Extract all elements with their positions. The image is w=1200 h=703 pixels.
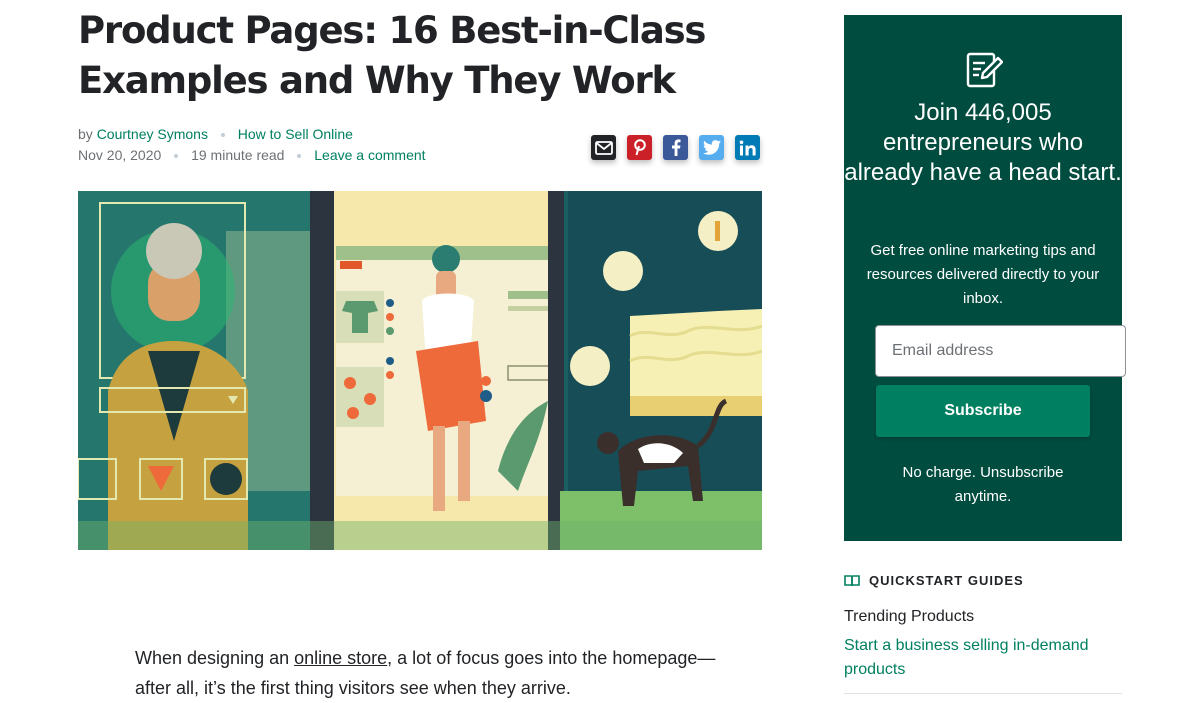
read-time: 19 minute read bbox=[191, 147, 285, 163]
comment-link[interactable]: Leave a comment bbox=[314, 147, 425, 163]
category-link[interactable]: How to Sell Online bbox=[238, 126, 353, 142]
twitter-share-button[interactable] bbox=[699, 135, 724, 160]
separator-dot bbox=[174, 154, 179, 159]
intro-text-before: When designing an bbox=[135, 648, 295, 668]
book-icon bbox=[844, 575, 860, 587]
compose-icon bbox=[966, 52, 1003, 88]
quickstart-heading: QUICKSTART GUIDES bbox=[844, 573, 1024, 588]
online-store-link[interactable]: online store bbox=[294, 648, 387, 668]
pinterest-share-button[interactable] bbox=[627, 135, 652, 160]
email-input[interactable] bbox=[875, 325, 1126, 377]
linkedin-share-button[interactable] bbox=[735, 135, 760, 160]
newsletter-signup-panel: Join 446,005 entrepreneurs who already h… bbox=[844, 15, 1126, 541]
no-charge-note: No charge. Unsubscribe anytime. bbox=[902, 464, 1064, 505]
quickstart-item-link[interactable]: Start a business selling in-demand produ… bbox=[844, 634, 1114, 682]
byline: by Courtney Symons How to Sell Online bbox=[78, 126, 353, 142]
subscribe-button[interactable]: Subscribe bbox=[876, 385, 1090, 437]
twitter-icon bbox=[702, 140, 721, 155]
article-title: Product Pages: 16 Best-in-Class Examples… bbox=[78, 9, 706, 102]
quickstart-heading-label: QUICKSTART GUIDES bbox=[869, 573, 1024, 588]
facebook-share-button[interactable] bbox=[663, 135, 688, 160]
by-label: by bbox=[78, 126, 93, 142]
signup-heading: Join 446,005 entrepreneurs who already h… bbox=[844, 99, 1122, 186]
share-bar bbox=[591, 135, 760, 160]
divider bbox=[844, 693, 1122, 694]
article-meta: Nov 20, 2020 19 minute read Leave a comm… bbox=[78, 147, 426, 163]
pinterest-icon bbox=[633, 139, 646, 156]
hero-illustration-art bbox=[78, 191, 762, 550]
separator-dot bbox=[220, 133, 225, 138]
author-link[interactable]: Courtney Symons bbox=[97, 126, 208, 142]
email-icon bbox=[594, 140, 613, 155]
facebook-icon bbox=[671, 139, 680, 156]
signup-description: Get free online marketing tips and resou… bbox=[866, 242, 1100, 307]
linkedin-icon bbox=[739, 140, 756, 155]
quickstart-item-title: Trending Products bbox=[844, 608, 975, 625]
email-share-button[interactable] bbox=[591, 135, 616, 160]
article-intro: When designing an online store, a lot of… bbox=[135, 643, 735, 703]
hero-illustration bbox=[78, 191, 762, 550]
separator-dot bbox=[297, 154, 302, 159]
publish-date: Nov 20, 2020 bbox=[78, 147, 162, 163]
